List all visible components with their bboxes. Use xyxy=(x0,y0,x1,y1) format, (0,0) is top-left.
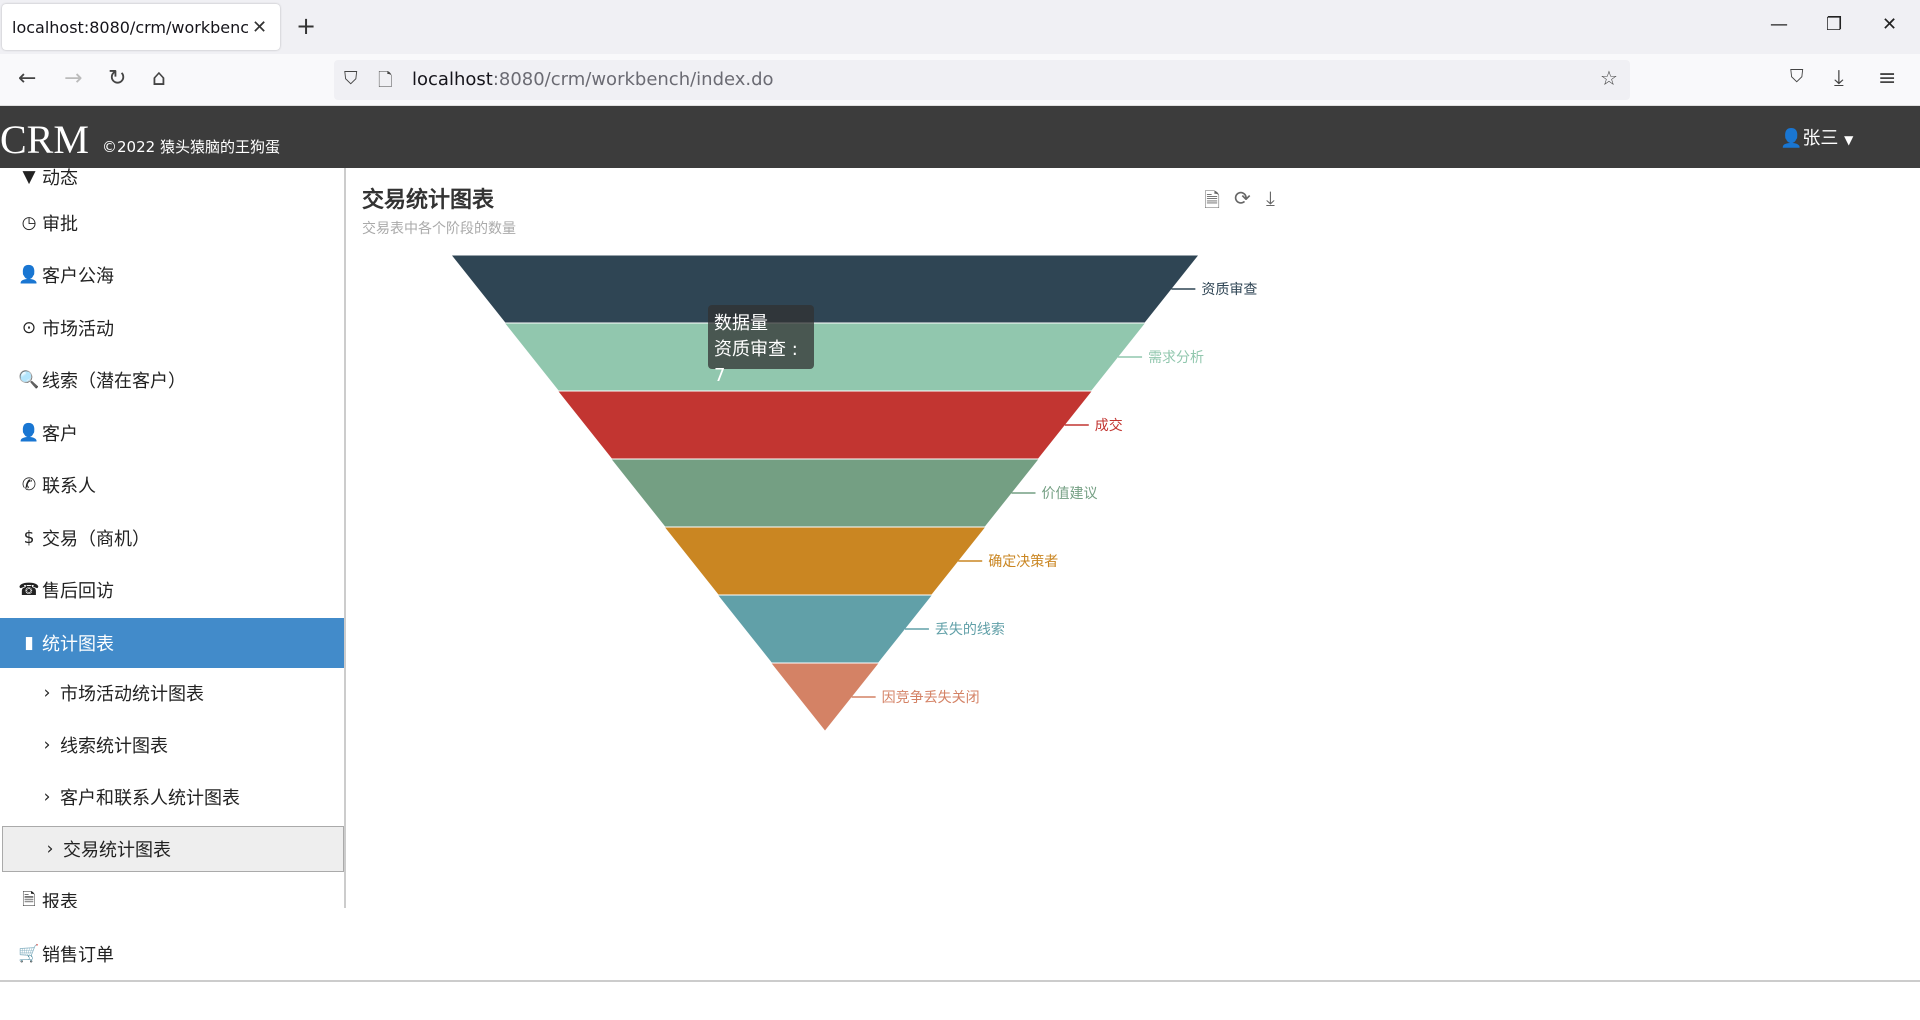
sidebar-item-label: 销售订单 xyxy=(42,945,114,966)
reload-icon[interactable]: ↻ xyxy=(108,66,126,91)
funnel-segment[interactable] xyxy=(611,459,1039,527)
funnel-segment[interactable] xyxy=(718,595,932,663)
app-header: CRM ©2022 猿头猿脑的王狗蛋 👤张三 ▼ xyxy=(0,106,1920,168)
funnel-label: 因竞争丢失关闭 xyxy=(882,689,980,706)
pocket-icon[interactable]: ⛉ xyxy=(1790,66,1804,87)
sidebar-subitem-customer-contact-chart[interactable]: › 客户和联系人统计图表 xyxy=(0,772,344,822)
funnel-label: 需求分析 xyxy=(1148,350,1204,366)
sidebar-subitem-activity-chart[interactable]: › 市场活动统计图表 xyxy=(0,668,344,718)
play-circle-icon: ⊙ xyxy=(21,318,37,338)
phone-alt-icon: ☎ xyxy=(18,580,40,600)
browser-tab[interactable]: localhost:8080/crm/workbench/index.do ✕ xyxy=(2,4,280,50)
funnel-label: 确定决策者 xyxy=(988,553,1058,570)
phone-icon: ✆ xyxy=(21,475,37,495)
funnel-label: 资质审查 xyxy=(1201,282,1257,298)
sidebar-item-label: 交易统计图表 xyxy=(63,840,171,861)
user-icon: 👤 xyxy=(18,423,40,443)
tooltip-value: 资质审查 : 7 xyxy=(714,339,798,386)
sidebar-item-market-activities[interactable]: ⊙ 市场活动 xyxy=(0,303,344,353)
sidebar-item-public-customers[interactable]: 👤 客户公海 xyxy=(0,250,344,300)
chart-tooltip: 数据量 资质审查 : 7 xyxy=(708,305,814,386)
sidebar-item-after-sales[interactable]: ☎ 售后回访 xyxy=(0,565,344,615)
minimize-icon[interactable]: — xyxy=(1770,14,1788,35)
user-menu[interactable]: 👤张三 ▼ xyxy=(1780,124,1853,150)
sidebar-item-label: 动态 xyxy=(42,168,78,189)
sidebar-item-clues[interactable]: 🔍 线索（潜在客户） xyxy=(0,355,344,405)
close-window-icon[interactable]: ✕ xyxy=(1882,14,1897,35)
bar-chart-icon: ▮ xyxy=(24,633,34,653)
sidebar-item-label: 售后回访 xyxy=(42,581,114,602)
close-tab-icon[interactable]: ✕ xyxy=(252,17,267,38)
sidebar-item-label: 线索统计图表 xyxy=(60,736,168,757)
brand-subtitle: ©2022 猿头猿脑的王狗蛋 xyxy=(102,138,280,156)
funnel-label: 丢失的线索 xyxy=(935,621,1005,638)
sidebar-item-label: 交易（商机） xyxy=(42,529,150,550)
chevron-right-icon: › xyxy=(43,735,51,755)
sidebar-item-charts[interactable]: ▮ 统计图表 xyxy=(0,618,344,668)
address-bar[interactable]: ⛉ 🗋 localhost:8080/crm/workbench/index.d… xyxy=(334,60,1630,100)
sidebar-item-contacts[interactable]: ✆ 联系人 xyxy=(0,460,344,510)
shield-icon[interactable]: ⛉ xyxy=(344,68,358,89)
back-icon[interactable]: ← xyxy=(18,66,36,91)
forward-icon[interactable]: → xyxy=(64,66,82,91)
tab-title: localhost:8080/crm/workbench/index.do xyxy=(12,17,248,37)
file-icon: 🗎 xyxy=(22,889,36,909)
download-icon[interactable]: ⤓ xyxy=(1834,66,1844,91)
caret-down-icon: ▼ xyxy=(22,168,36,187)
chevron-right-icon: › xyxy=(43,787,51,807)
funnel-label: 成交 xyxy=(1095,417,1123,434)
sidebar-item-label: 线索（潜在客户） xyxy=(42,371,186,392)
sidebar-item-approval[interactable]: ◷ 审批 xyxy=(0,198,344,248)
chevron-right-icon: › xyxy=(46,839,54,859)
caret-down-icon: ▼ xyxy=(1844,133,1854,147)
funnel-label: 价值建议 xyxy=(1042,486,1098,502)
shopping-cart-icon: 🛒 xyxy=(18,944,40,964)
funnel-segment[interactable] xyxy=(558,391,1092,459)
sidebar-item-label: 市场活动 xyxy=(42,319,114,340)
url-text[interactable]: localhost:8080/crm/workbench/index.do xyxy=(412,69,774,90)
sidebar-item-label: 统计图表 xyxy=(42,634,114,655)
sidebar-item-sales-orders[interactable]: 🛒 销售订单 xyxy=(0,929,344,979)
page-icon: 🗋 xyxy=(378,70,393,91)
brand-logo: CRM xyxy=(0,117,89,162)
sidebar-item-label: 联系人 xyxy=(42,476,96,497)
sidebar-item-label: 市场活动统计图表 xyxy=(60,684,204,705)
dollar-icon: $ xyxy=(23,528,35,548)
clock-icon: ◷ xyxy=(21,213,37,233)
new-tab-icon[interactable]: + xyxy=(296,12,316,40)
funnel-segment[interactable] xyxy=(505,323,1145,391)
menu-icon[interactable]: ≡ xyxy=(1878,66,1896,91)
user-icon: 👤 xyxy=(1780,128,1803,149)
user-name: 张三 xyxy=(1802,128,1839,149)
restore-icon[interactable]: ❐ xyxy=(1826,14,1842,35)
browser-tab-bar: localhost:8080/crm/workbench/index.do ✕ … xyxy=(0,0,1920,54)
sidebar-item-label: 客户 xyxy=(42,424,78,445)
bookmark-star-icon[interactable]: ☆ xyxy=(1600,66,1618,90)
user-icon: 👤 xyxy=(18,265,40,285)
sidebar-item-label: 客户公海 xyxy=(42,266,114,287)
funnel-segment[interactable] xyxy=(452,255,1198,323)
chevron-right-icon: › xyxy=(43,683,51,703)
sidebar-item-label: 客户和联系人统计图表 xyxy=(60,788,240,809)
funnel-segment[interactable] xyxy=(665,527,985,595)
sidebar-item-dynamic[interactable]: ▼ 动态 xyxy=(0,168,344,202)
tooltip-series: 数据量 xyxy=(714,313,768,334)
sidebar-item-label: 报表 xyxy=(42,892,78,908)
sidebar-item-label: 审批 xyxy=(42,214,78,235)
browser-nav-bar: ← → ↻ ⌂ ⛉ 🗋 localhost:8080/crm/workbench… xyxy=(0,54,1920,106)
sidebar-item-reports[interactable]: 🗎 报表 xyxy=(0,876,344,909)
search-icon: 🔍 xyxy=(18,370,40,390)
sidebar-item-transactions[interactable]: $ 交易（商机） xyxy=(0,513,344,563)
sidebar-subitem-clue-chart[interactable]: › 线索统计图表 xyxy=(0,720,344,770)
sidebar-item-customers[interactable]: 👤 客户 xyxy=(0,408,344,458)
sidebar: ▼ 动态 ◷ 审批 👤 客户公海 ⊙ 市场活动 🔍 线索（潜在客户） 👤 客户 ✆ 联系人 $… xyxy=(0,168,346,908)
home-icon[interactable]: ⌂ xyxy=(152,66,166,91)
bottom-divider xyxy=(0,980,1920,982)
sidebar-subitem-transaction-chart[interactable]: › 交易统计图表 xyxy=(2,826,344,872)
funnel-chart: 资质审查需求分析成交价值建议确定决策者丢失的线索因竞争丢失关闭 xyxy=(452,255,1257,731)
